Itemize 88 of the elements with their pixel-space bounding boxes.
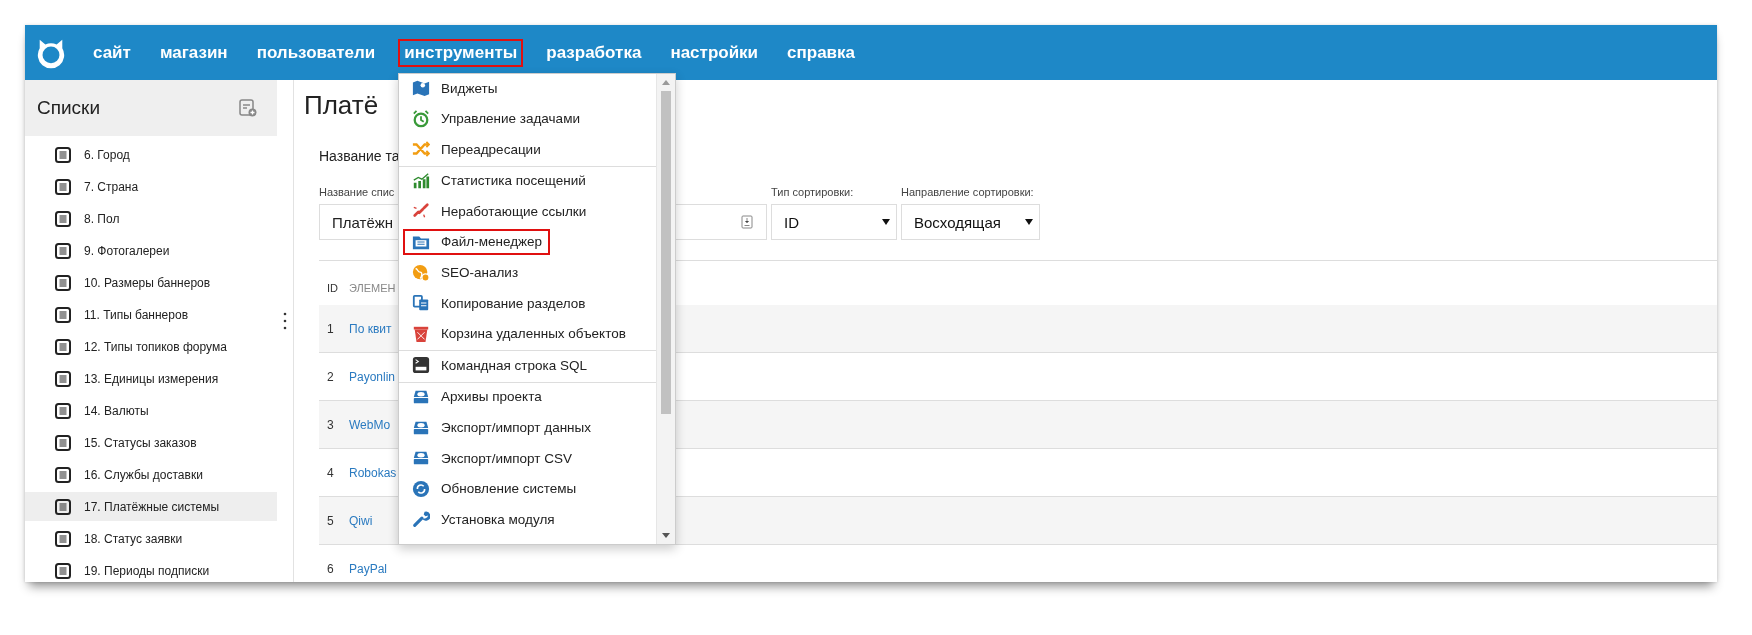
map-icon — [412, 79, 430, 97]
list-icon — [55, 274, 71, 291]
element-link[interactable]: PayPal — [349, 561, 388, 576]
nav-menu-item[interactable]: пользователи — [250, 38, 382, 67]
globe-gear-icon — [412, 263, 430, 282]
scroll-down-icon[interactable] — [662, 533, 670, 538]
sidebar-title: Списки — [37, 97, 101, 119]
menu-item[interactable]: Управление задачами — [399, 104, 656, 133]
sort-type-select[interactable]: ID — [771, 204, 897, 240]
refresh-icon — [412, 479, 430, 498]
column-header: ЭЛЕМЕН — [349, 282, 396, 294]
element-link[interactable]: Qiwi — [349, 513, 373, 528]
sidebar-item[interactable]: 10. Размеры баннеров — [25, 268, 277, 297]
field-label: Тип сортировки: — [771, 186, 855, 198]
nav-menu-item[interactable]: разработка — [540, 38, 648, 67]
add-list-icon[interactable] — [239, 99, 257, 117]
sidebar-item[interactable]: 12. Типы топиков форума — [25, 332, 277, 361]
scrollbar-thumb[interactable] — [661, 91, 671, 414]
element-link[interactable]: Payonlin — [349, 369, 396, 384]
list-icon — [55, 178, 71, 195]
list-icon — [55, 210, 71, 227]
sidebar-item[interactable]: 7. Страна — [25, 172, 277, 201]
id-cell-text: 1 — [326, 321, 335, 336]
sidebar-item[interactable]: 6. Город — [25, 140, 277, 169]
element-link[interactable]: Robokas — [349, 465, 397, 480]
id-cell-text: 3 — [326, 417, 335, 432]
wrench-icon — [412, 510, 430, 529]
id-cell-text: 4 — [326, 465, 335, 480]
sidebar-item[interactable]: 9. Фотогалереи — [25, 236, 277, 265]
copy-documents-icon — [412, 294, 430, 313]
list-icon — [55, 338, 71, 355]
list-icon — [55, 530, 71, 547]
menu-item[interactable]: Статистика посещений — [399, 166, 656, 195]
nav-menu-item[interactable]: инструменты — [398, 38, 524, 67]
nav-menu-item[interactable]: справка — [781, 38, 862, 67]
alarm-clock-icon — [412, 109, 430, 128]
element-link[interactable]: По квит — [349, 321, 392, 336]
id-cell-text: 6 — [326, 561, 335, 576]
terminal-icon — [412, 356, 430, 375]
menu-item[interactable]: Обновление системы — [399, 474, 656, 503]
menu-item[interactable]: Архивы проекта — [399, 382, 656, 411]
shuffle-icon — [412, 140, 430, 159]
nav-menu-item[interactable]: сайт — [87, 38, 137, 67]
element-link[interactable]: WebMo — [349, 417, 391, 432]
id-cell-text: 5 — [326, 513, 335, 528]
field-label: Название спис — [319, 186, 396, 198]
list-icon — [55, 466, 71, 483]
caret-icon — [882, 219, 890, 225]
menu-item[interactable]: Командная строка SQL — [399, 351, 656, 380]
bar-chart-icon — [412, 171, 430, 190]
sidebar-item[interactable]: 15. Статусы заказов — [25, 428, 277, 457]
nav-menu-item[interactable]: магазин — [153, 38, 234, 67]
sort-direction-select[interactable]: Восходящая — [901, 204, 1040, 240]
id-cell-text: 2 — [326, 369, 335, 384]
list-icon — [55, 498, 71, 515]
nav-menu-item[interactable]: настройки — [664, 38, 765, 67]
sidebar-item[interactable]: 13. Единицы измерения — [25, 364, 277, 393]
list-icon — [55, 146, 71, 163]
menu-item[interactable]: SEO-анализ — [399, 258, 656, 287]
document-icon[interactable] — [741, 215, 753, 229]
menu-item[interactable]: Экспорт/импорт данных — [399, 413, 656, 442]
resize-handle-icon[interactable] — [283, 311, 287, 331]
menu-item[interactable]: Экспорт/импорт CSV — [399, 444, 656, 473]
list-icon — [55, 370, 71, 387]
menu-item[interactable]: Установка модуля — [399, 505, 656, 534]
caret-icon — [1025, 219, 1033, 225]
list-icon — [55, 242, 71, 259]
sidebar-item[interactable]: 19. Периоды подписки — [25, 556, 277, 582]
menu-item[interactable]: Корзина удаленных объектов — [399, 319, 656, 348]
menu-item[interactable]: Копирование разделов — [399, 289, 656, 318]
sidebar-item[interactable]: 18. Статус заявки — [25, 524, 277, 553]
column-header: ID — [326, 282, 339, 294]
page-title: Платё — [304, 90, 379, 121]
sidebar-item[interactable]: 14. Валюты — [25, 396, 277, 425]
list-icon — [55, 306, 71, 323]
menu-item[interactable]: Неработающие ссылки — [399, 197, 656, 226]
field-label: Направление сортировки: — [901, 186, 1035, 198]
menu-item[interactable]: Переадресации — [399, 135, 656, 164]
sidebar-item[interactable]: 8. Пол — [25, 204, 277, 233]
list-icon — [55, 402, 71, 419]
trash-bin-icon — [412, 324, 430, 343]
scrollbar[interactable] — [656, 74, 675, 544]
sidebar-item[interactable]: 11. Типы баннеров — [25, 300, 277, 329]
list-icon — [55, 562, 71, 579]
list-icon — [55, 434, 71, 451]
menu-item[interactable]: Виджеты — [399, 74, 656, 102]
sidebar-item[interactable]: 17. Платёжные системы — [25, 492, 277, 521]
sidebar-item[interactable]: 16. Службы доставки — [25, 460, 277, 489]
